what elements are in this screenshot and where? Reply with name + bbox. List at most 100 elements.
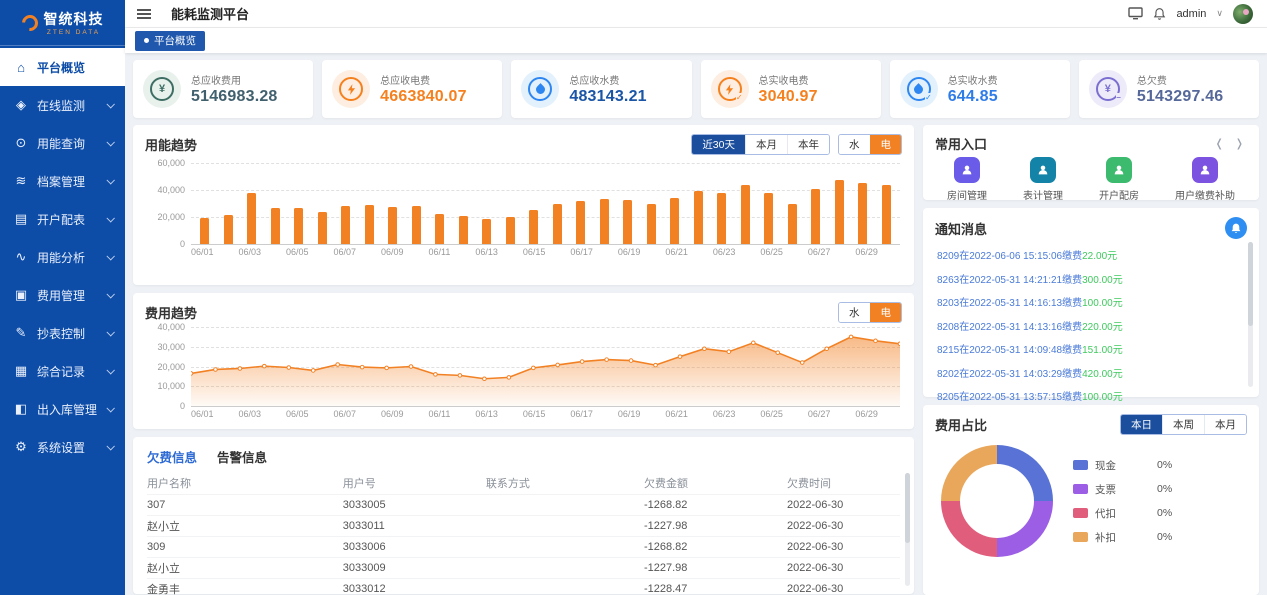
bar-06/13[interactable] <box>482 219 491 244</box>
bar-06/02[interactable] <box>224 215 233 244</box>
bar-06/15[interactable] <box>529 210 538 244</box>
column-header: 用户名称 <box>147 475 343 491</box>
bar-06/26[interactable] <box>788 204 797 245</box>
quick-entries-next-icon[interactable]: ❭ <box>1235 137 1247 150</box>
bar-06/25[interactable] <box>764 193 773 244</box>
table-tab-欠费信息[interactable]: 欠费信息 <box>147 447 197 466</box>
bar-06/03[interactable] <box>247 193 256 244</box>
sidebar-item-analysis[interactable]: ∿用能分析 <box>0 238 125 276</box>
fee-ratio-legend: 现金0% 支票0% 代扣0% 补扣0% <box>1073 458 1172 545</box>
legend-item[interactable]: 代扣0% <box>1073 506 1172 521</box>
bar-06/24[interactable] <box>741 185 750 244</box>
username[interactable]: admin <box>1176 8 1206 20</box>
notice-item[interactable]: 8208在2022-05-31 14:13:16缴费220.00元 <box>937 314 1239 338</box>
bar-06/11[interactable] <box>435 214 444 244</box>
table-row[interactable]: 3093033006-1268.822022-06-30 <box>147 536 900 557</box>
bar-06/05[interactable] <box>294 208 303 244</box>
bell-icon[interactable] <box>1153 7 1166 21</box>
legend-swatch <box>1073 508 1088 518</box>
bar-06/23[interactable] <box>717 193 726 244</box>
bar-06/29[interactable] <box>858 183 867 244</box>
bar-06/06[interactable] <box>318 212 327 244</box>
energy-range-tab-本月[interactable]: 本月 <box>745 135 787 154</box>
avatar[interactable] <box>1233 4 1253 24</box>
tab-platform-overview[interactable]: 平台概览 <box>135 31 205 51</box>
fee-ratio-tab-本月[interactable]: 本月 <box>1204 415 1246 434</box>
energy-type-tab-电[interactable]: 电 <box>870 135 902 154</box>
bar-06/01[interactable] <box>200 218 209 244</box>
notice-item[interactable]: 8202在2022-05-31 14:03:29缴费420.00元 <box>937 361 1239 385</box>
energy-type-tab-水[interactable]: 水 <box>839 135 870 154</box>
table-cell: 2022-06-30 <box>787 499 900 511</box>
bar-06/10[interactable] <box>412 206 421 244</box>
notice-item[interactable]: 8263在2022-05-31 14:21:21缴费300.00元 <box>937 267 1239 291</box>
sidebar-item-warehouse[interactable]: ◧出入库管理 <box>0 390 125 428</box>
sidebar-collapse-icon[interactable] <box>137 13 151 15</box>
bar-06/17[interactable] <box>576 201 585 244</box>
sidebar-item-settings[interactable]: ⚙系统设置 <box>0 428 125 466</box>
notice-item[interactable]: 8215在2022-05-31 14:09:48缴费151.00元 <box>937 337 1239 361</box>
bar-06/21[interactable] <box>670 198 679 244</box>
records-icon: ▦ <box>14 363 28 379</box>
bar-06/22[interactable] <box>694 191 703 244</box>
legend-item[interactable]: 现金0% <box>1073 458 1172 473</box>
table-row[interactable]: 赵小立3033009-1227.982022-06-30 <box>147 557 900 578</box>
quick-entries-prev-icon[interactable]: ❬ <box>1215 137 1227 150</box>
sidebar-item-fee[interactable]: ▣费用管理 <box>0 276 125 314</box>
legend-item[interactable]: 补扣0% <box>1073 530 1172 545</box>
notice-item[interactable]: 8209在2022-06-06 15:15:06缴费22.00元 <box>937 243 1239 267</box>
x-axis-tick-label: 06/03 <box>239 247 262 257</box>
bar-06/14[interactable] <box>506 217 515 244</box>
legend-item[interactable]: 支票0% <box>1073 482 1172 497</box>
sidebar-item-home[interactable]: ⌂平台概览 <box>0 48 125 86</box>
table-row[interactable]: 赵小立3033011-1227.982022-06-30 <box>147 515 900 536</box>
table-cell: 3033009 <box>343 562 486 574</box>
kpi-row: ¥总应收费用5146983.28总应收电费4663840.07总应收水费4831… <box>133 60 1259 118</box>
bar-06/18[interactable] <box>600 199 609 244</box>
kpi-label: 总应收电费 <box>380 72 467 87</box>
table-scrollbar[interactable] <box>905 473 910 586</box>
sidebar-item-meter-control[interactable]: ✎抄表控制 <box>0 314 125 352</box>
brand-subtitle: ZTEN DATA <box>44 29 104 36</box>
bar-06/27[interactable] <box>811 189 820 244</box>
bar-06/08[interactable] <box>365 205 374 244</box>
quick-entry-表计管理[interactable]: 表计管理 <box>1023 157 1063 202</box>
bar-06/28[interactable] <box>835 180 844 244</box>
table-row[interactable]: 金勇丰3033012-1228.472022-06-30 <box>147 578 900 595</box>
bar-06/09[interactable] <box>388 207 397 244</box>
sidebar-item-archive[interactable]: ≋档案管理 <box>0 162 125 200</box>
table-row[interactable]: 3073033005-1268.822022-06-30 <box>147 494 900 515</box>
bar-06/04[interactable] <box>271 208 280 244</box>
sidebar-item-records[interactable]: ▦综合记录 <box>0 352 125 390</box>
fullscreen-monitor-icon[interactable] <box>1128 7 1143 20</box>
notice-item[interactable]: 8205在2022-05-31 13:57:15缴费100.00元 <box>937 384 1239 408</box>
sidebar-item-energy-search[interactable]: ⊙用能查询 <box>0 124 125 162</box>
sidebar-item-online-monitor[interactable]: ◈在线监测 <box>0 86 125 124</box>
bar-06/19[interactable] <box>623 200 632 244</box>
kpi-value: 483143.21 <box>569 88 646 106</box>
notice-scrollbar[interactable] <box>1248 242 1253 387</box>
sidebar-item-id-card[interactable]: ▤开户配表 <box>0 200 125 238</box>
fee-type-tab-电[interactable]: 电 <box>870 303 902 322</box>
quick-entry-开户配房[interactable]: 开户配房 <box>1099 157 1139 202</box>
top-header: 能耗监测平台 admin ∨ <box>125 0 1267 28</box>
fee-ratio-tab-本日[interactable]: 本日 <box>1121 415 1162 434</box>
fee-ratio-tab-本周[interactable]: 本周 <box>1162 415 1204 434</box>
quick-entry-用户缴费补助[interactable]: 用户缴费补助 <box>1175 157 1235 202</box>
table-tab-告警信息[interactable]: 告警信息 <box>217 447 267 466</box>
user-menu-chevron-icon[interactable]: ∨ <box>1216 8 1223 19</box>
fee-type-tab-水[interactable]: 水 <box>839 303 870 322</box>
bar-06/07[interactable] <box>341 206 350 244</box>
bar-06/30[interactable] <box>882 185 891 244</box>
bar-06/16[interactable] <box>553 204 562 244</box>
notice-bell-icon[interactable] <box>1225 217 1247 239</box>
sidebar-item-label: 档案管理 <box>37 173 85 190</box>
sidebar-item-label: 用能查询 <box>37 135 85 152</box>
energy-range-tab-本年[interactable]: 本年 <box>787 135 829 154</box>
energy-range-tab-近30天[interactable]: 近30天 <box>692 135 745 154</box>
quick-entry-房间管理[interactable]: 房间管理 <box>947 157 987 202</box>
notice-item[interactable]: 8203在2022-05-31 14:16:13缴费100.00元 <box>937 290 1239 314</box>
bar-06/20[interactable] <box>647 204 656 244</box>
legend-percent: 0% <box>1157 483 1172 495</box>
bar-06/12[interactable] <box>459 216 468 244</box>
